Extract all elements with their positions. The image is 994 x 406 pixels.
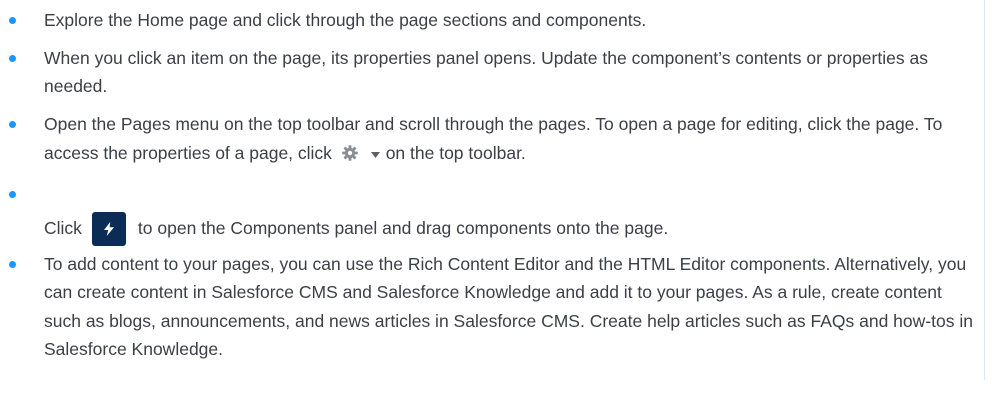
bullet-dot	[9, 260, 16, 268]
list-item-text: To add content to your pages, you can us…	[44, 253, 973, 360]
list-item-line: Click to open the Components panel and d…	[44, 211, 669, 246]
bullet-dot	[9, 54, 16, 62]
list-item: Explore the Home page and click through …	[0, 6, 975, 35]
list-item: Click to open the Components panel and d…	[0, 180, 975, 246]
list-item-text: to open the Components panel and drag co…	[137, 218, 669, 239]
gear-icon	[341, 142, 359, 171]
bullet-dot	[9, 190, 16, 198]
right-divider	[984, 0, 985, 380]
lightning-bolt-icon	[103, 221, 114, 236]
list-item: To add content to your pages, you can us…	[0, 250, 975, 364]
list-item-text: Explore the Home page and click through …	[44, 10, 647, 30]
list-item-text: When you click an item on the page, its …	[44, 47, 928, 97]
bullet-dot	[9, 120, 16, 128]
caret-down-icon	[370, 138, 380, 167]
bullet-dot	[9, 17, 16, 24]
instruction-list: Explore the Home page and click through …	[0, 0, 975, 364]
components-button	[91, 211, 126, 246]
list-item: When you click an item on the page, its …	[0, 44, 975, 101]
list-item: Open the Pages menu on the top toolbar a…	[0, 110, 975, 171]
list-item-text: Click	[44, 218, 82, 239]
list-item-text: on the top toolbar.	[385, 143, 526, 163]
